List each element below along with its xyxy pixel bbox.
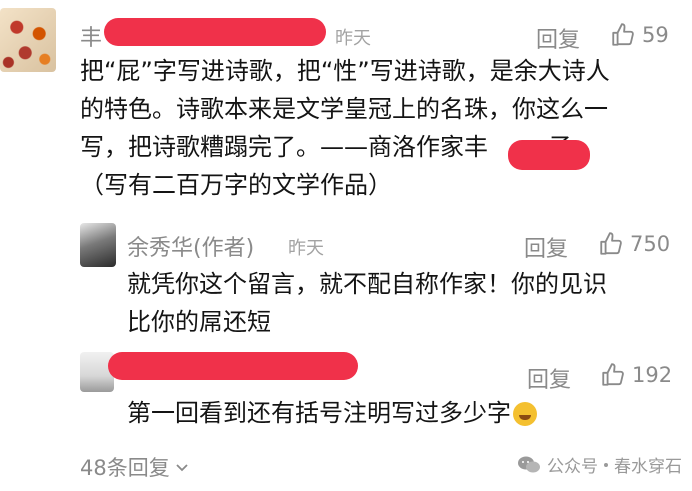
reply-button[interactable]: 回复: [527, 362, 571, 394]
comment-body: 就凭你这个留言，就不配自称作家！你的见识 比你的屌还短: [127, 265, 607, 341]
like-count: 192: [632, 363, 673, 387]
comment-line-text: 第一回看到还有括号注明写过多少字: [127, 399, 511, 427]
comment-line-text: 写，把诗歌糟蹋完了。——商洛作家丰: [80, 133, 488, 161]
comment-line: （写有二百万字的文学作品）: [80, 171, 392, 199]
reply-button[interactable]: 回复: [536, 22, 580, 54]
more-replies-link[interactable]: 48条回复: [80, 452, 190, 482]
redaction-mark: [108, 352, 358, 380]
comment-body: 第一回看到还有括号注明写过多少字: [127, 394, 537, 432]
wechat-icon: [518, 456, 540, 472]
laughing-crying-emoji-icon: [513, 402, 537, 426]
comment-line: 第一回看到还有括号注明写过多少字: [127, 394, 537, 432]
watermark-account: 公众号: [547, 457, 598, 477]
comment-line: 把“屁”字写进诗歌，把“性”写进诗歌，是余大诗人: [80, 57, 610, 85]
comment-author[interactable]: 余秀华(作者): [127, 230, 254, 262]
more-replies-label: 48条回复: [80, 456, 170, 480]
avatar[interactable]: [0, 8, 56, 72]
comment-line: 就凭你这个留言，就不配自称作家！你的见识: [127, 270, 607, 298]
comment-body: 把“屁”字写进诗歌，把“性”写进诗歌，是余大诗人 的特色。诗歌本来是文学皇冠上的…: [80, 52, 610, 204]
comment-author[interactable]: 丰: [80, 20, 102, 52]
comment-line: 的特色。诗歌本来是文学皇冠上的名珠，你这么一: [80, 95, 608, 123]
comment-time: 昨天: [288, 238, 324, 259]
thumbs-up-icon: [602, 363, 624, 386]
thumbs-up-icon: [612, 23, 634, 46]
reply-button[interactable]: 回复: [524, 231, 568, 263]
comment-time: 昨天: [335, 28, 371, 49]
like-button[interactable]: 59: [610, 22, 669, 48]
like-count: 59: [642, 23, 669, 47]
thumbs-up-icon: [600, 232, 622, 255]
like-button[interactable]: 750: [598, 231, 670, 257]
chevron-down-icon: [176, 464, 188, 472]
like-count: 750: [630, 232, 671, 256]
redaction-mark: [508, 140, 590, 170]
like-button[interactable]: 192: [600, 362, 672, 388]
comment-line: 比你的屌还短: [127, 308, 271, 336]
redaction-mark: [104, 18, 326, 46]
avatar[interactable]: [80, 223, 116, 267]
watermark: 公众号 春水穿石: [517, 452, 682, 477]
watermark-name: 春水穿石: [614, 457, 682, 477]
separator-dot: [604, 462, 608, 467]
